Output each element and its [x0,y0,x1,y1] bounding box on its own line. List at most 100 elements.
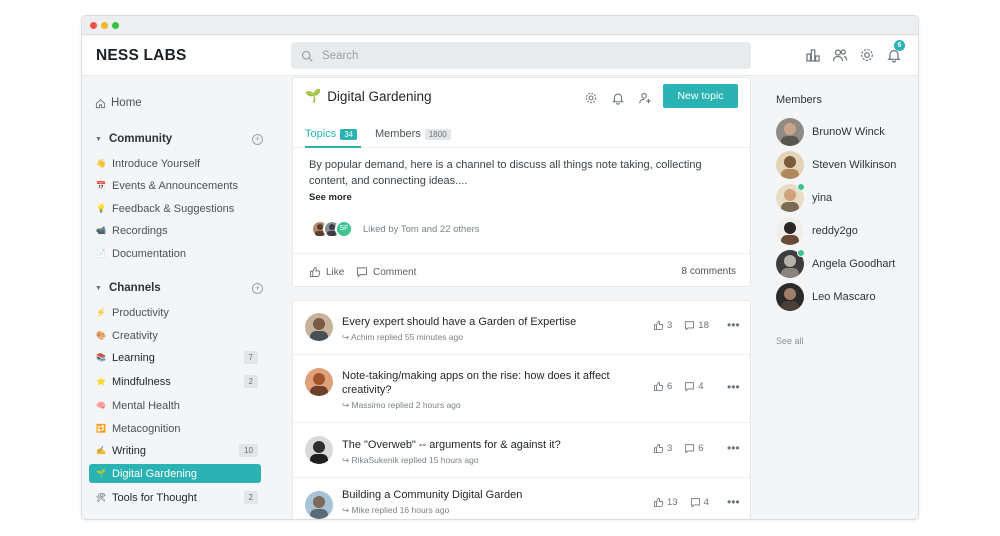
topic-title[interactable]: Note-taking/making apps on the rise: how… [342,369,632,397]
tab-count-badge: 34 [340,128,358,140]
bell-icon[interactable]: 6 [886,40,905,63]
sidebar-item-mindfulness[interactable]: ⭐ Mindfulness 2 [89,372,261,391]
avatar [776,151,804,179]
sidebar-item-recordings[interactable]: 📹 Recordings [89,221,261,240]
bell-icon[interactable] [611,91,625,105]
avatar [305,491,333,519]
brand-logo[interactable]: NESS LABS [96,47,187,65]
topic-title[interactable]: Every expert should have a Garden of Exp… [342,315,632,329]
likers-row[interactable]: SF Liked by Tom and 22 others [311,220,480,238]
thumbs-up-icon [310,267,321,277]
sidebar-item-digital-gardening[interactable]: 🌱 Digital Gardening [89,464,261,483]
comment-button[interactable]: Comment [356,266,416,278]
search-input[interactable] [322,49,722,62]
sidebar-item-label: Mindfulness [112,375,171,388]
channel-tabs: Topics 34 Members 1800 [293,116,750,148]
thumbs-up-icon[interactable] [653,381,664,392]
channel-card: 🌱 Digital Gardening New topic Topics 34 … [292,77,751,287]
notification-count-badge: 6 [894,40,905,51]
sidebar-item-home[interactable]: Home [95,97,142,109]
member-row[interactable]: Steven Wilkinson [776,151,896,179]
channel-actions: Like Comment 8 comments [293,253,750,287]
people-icon[interactable] [832,47,848,63]
sidebar-item-metacognition[interactable]: 🔁 Metacognition [89,419,261,438]
sidebar-item-writing[interactable]: ✍ Writing 10 [89,441,261,460]
sidebar-item-feedback[interactable]: 💡 Feedback & Suggestions [89,199,261,218]
search-bar[interactable] [291,42,751,69]
liked-by-text[interactable]: Liked by Tom and 22 others [363,224,480,235]
comments-count-link[interactable]: 8 comments [682,266,736,277]
add-community-icon[interactable]: + [252,133,263,145]
topic-row[interactable]: Building a Community Digital Garden ↪ Mi… [293,479,750,519]
member-row[interactable]: Angela Goodhart [776,249,895,278]
member-name: reddy2go [812,225,858,237]
gear-icon[interactable] [859,47,875,63]
add-member-icon[interactable] [638,91,652,105]
sidebar-item-productivity[interactable]: ⚡ Productivity [89,303,261,322]
comment-count: 6 [698,443,704,454]
minimize-window-button[interactable] [101,22,108,29]
more-options-icon[interactable]: ••• [727,441,740,455]
sidebar-item-label: Introduce Yourself [112,157,201,170]
add-channel-icon[interactable]: + [252,282,263,294]
search-icon [301,50,313,62]
topic-meta: ↪ Massimo replied 2 hours ago [342,400,461,410]
topic-row[interactable]: Note-taking/making apps on the rise: how… [293,356,750,423]
topic-title[interactable]: The "Overweb" -- arguments for & against… [342,438,632,452]
sidebar-item-tools-for-thought[interactable]: 🛠 Tools for Thought 2 [89,488,261,507]
sidebar-item-label: Events & Announcements [112,179,238,192]
like-button[interactable]: Like [309,266,344,278]
topic-stats: 3 18 [653,320,709,331]
new-topic-button[interactable]: New topic [663,84,738,108]
caret-down-icon: ▼ [95,284,102,292]
member-row[interactable]: yina [776,183,832,212]
leaderboard-icon[interactable] [805,47,821,63]
like-count: 3 [667,443,673,454]
comment-icon[interactable] [684,320,695,331]
sprout-icon: 🌱 [305,88,322,103]
member-row[interactable]: reddy2go [776,217,858,245]
channels-section-header[interactable]: ▼ Channels + [95,282,263,294]
sidebar-item-label: Productivity [112,306,169,319]
maximize-window-button[interactable] [112,22,119,29]
more-options-icon[interactable]: ••• [727,495,740,509]
tab-label: Members [375,128,421,140]
comment-icon[interactable] [684,443,695,454]
topic-meta-text: Massimo replied 2 hours ago [351,400,461,410]
topic-row[interactable]: The "Overweb" -- arguments for & against… [293,424,750,478]
see-all-members-link[interactable]: See all [776,336,804,346]
books-icon: 📚 [96,353,106,362]
community-section-header[interactable]: ▼ Community + [95,133,263,145]
star-icon: ⭐ [96,377,106,386]
sidebar-item-mental-health[interactable]: 🧠 Mental Health [89,396,261,415]
member-row[interactable]: BrunoW Winck [776,118,885,146]
tab-members[interactable]: Members 1800 [375,128,451,140]
online-indicator [797,183,805,191]
more-options-icon[interactable]: ••• [727,380,740,394]
tools-icon: 🛠 [96,493,107,502]
tab-topics[interactable]: Topics 34 [305,128,358,140]
topic-row[interactable]: Every expert should have a Garden of Exp… [293,301,750,355]
close-window-button[interactable] [90,22,97,29]
comment-icon[interactable] [690,497,701,508]
brain-icon: 🧠 [96,401,106,410]
member-row[interactable]: Leo Mascaro [776,283,876,311]
thumbs-up-icon[interactable] [653,320,664,331]
thumbs-up-icon[interactable] [653,443,664,454]
topic-title[interactable]: Building a Community Digital Garden [342,488,632,502]
see-more-link[interactable]: See more [309,192,352,203]
loop-icon: 🔁 [96,424,106,433]
sidebar-item-documentation[interactable]: 📄 Documentation [89,244,261,263]
more-options-icon[interactable]: ••• [727,318,740,332]
unread-count-badge: 7 [243,351,258,364]
wave-icon: 👋 [96,159,106,168]
sidebar-item-creativity[interactable]: 🎨 Creativity [89,326,261,345]
thumbs-up-icon[interactable] [653,497,664,508]
gear-icon[interactable] [584,91,598,105]
sidebar-item-introduce-yourself[interactable]: 👋 Introduce Yourself [89,154,261,173]
sidebar-item-events[interactable]: 📅 Events & Announcements [89,176,261,195]
comment-icon[interactable] [684,381,695,392]
sidebar-item-learning[interactable]: 📚 Learning 7 [89,348,261,367]
avatar [776,217,804,245]
sprout-icon: 🌱 [96,469,106,478]
